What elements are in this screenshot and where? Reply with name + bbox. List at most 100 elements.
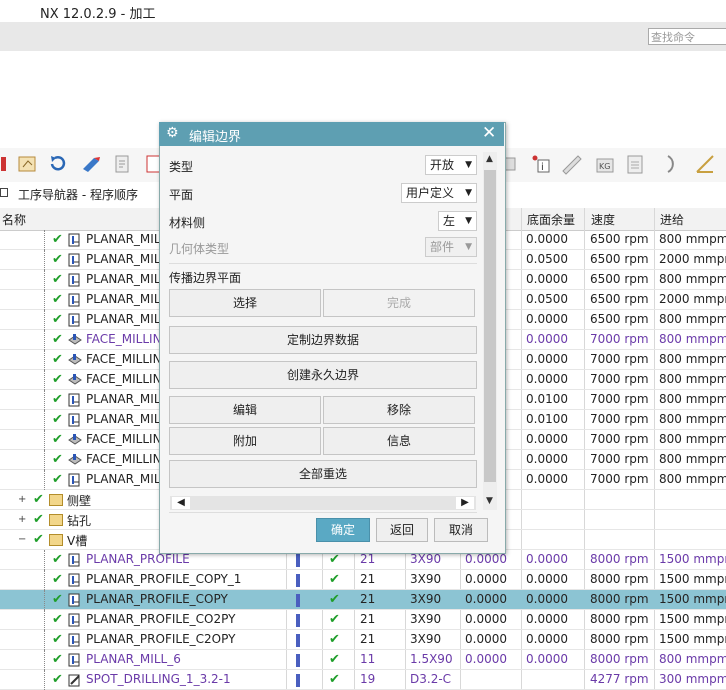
gear-icon: ⚙ [166,125,179,141]
close-icon[interactable]: ✕ [482,123,496,143]
material-side-value: 左 [443,214,456,228]
hand-icon[interactable] [16,153,38,175]
arc-icon[interactable] [660,153,682,175]
done-button: 完成 [323,289,475,317]
tool-color-bar [296,614,300,627]
feed-cell: 800 mmpm [659,352,726,366]
column-feed[interactable]: 进给 [660,211,684,228]
planar-mill-icon [68,253,82,267]
scroll-left-icon[interactable]: ◀ [172,497,190,509]
reselect-all-button[interactable]: 全部重选 [169,460,477,488]
check-icon: ✔ [52,592,63,607]
tool-color-bar [296,554,300,567]
face-milling-icon [68,373,82,387]
tree-line [44,410,46,430]
back-button[interactable]: 返回 [376,518,428,542]
operation-name: PLANAR_MIL [86,272,161,286]
speed-cell: 6500 rpm [590,292,649,306]
scroll-down-icon[interactable]: ▼ [486,496,493,506]
plane-dropdown[interactable]: 用户定义 ▼ [401,183,477,203]
window-title: NX 12.0.2.9 - 加工 [40,7,156,22]
type-dropdown[interactable]: 开放 ▼ [425,155,477,175]
tool-color-bar [296,674,300,687]
feed-cell: 800 mmpm [659,312,726,326]
tree-line [44,630,46,650]
edit-button[interactable]: 编辑 [169,396,321,424]
tree-line [44,610,46,630]
path-cell: 3X90 [410,592,442,606]
calculator-icon[interactable] [624,153,646,175]
check-icon: ✔ [329,572,340,587]
column-name[interactable]: 名称 [2,211,26,228]
speed-cell: 8000 rpm [590,572,649,586]
scrollbar-thumb[interactable] [484,170,496,482]
scroll-up-icon[interactable]: ▲ [486,154,493,164]
refresh-icon[interactable] [47,153,69,175]
planar-profile-icon [68,553,82,567]
floor-stock-cell: 0.0000 [526,352,568,366]
material-side-dropdown[interactable]: 左 ▼ [438,211,477,231]
cancel-button[interactable]: 取消 [434,518,488,542]
table-row[interactable]: ✔ PLANAR_PROFILE_COPY_1 ✔ 21 3X90 0.0000 0.000… [0,570,726,590]
paint-icon[interactable] [80,153,102,175]
ok-button[interactable]: 确定 [316,518,370,542]
feed-cell: 800 mmpm [659,332,726,346]
planar-mill-icon [68,293,82,307]
table-row[interactable]: ✔ PLANAR_PROFILE_CO2PY ✔ 21 3X90 0.0000 0.0000… [0,610,726,630]
operation-name: PLANAR_MIL [86,252,161,266]
horizontal-scrollbar[interactable] [170,496,476,510]
plane-label: 平面 [169,188,194,202]
chevron-down-icon: ▼ [465,160,472,170]
tool-number-cell: 21 [360,632,376,646]
speed-cell: 7000 rpm [590,432,649,446]
planar-mill-icon [68,413,82,427]
wall-stock-cell: 0.0000 [465,572,507,586]
check-icon: ✔ [52,372,63,387]
table-row[interactable]: ✔ SPOT_DRILLING_1_3.2-1 ✔ 19 D3.2-C 4277 rpm 3… [0,670,726,690]
tree-line [44,270,46,290]
select-button[interactable]: 选择 [169,289,321,317]
check-icon: ✔ [33,512,44,527]
feed-cell: 800 mmpm [659,372,726,386]
face-milling-icon [68,453,82,467]
speed-cell: 7000 rpm [590,392,649,406]
operation-name: SPOT_DRILLING_1_3.2-1 [86,672,231,686]
check-icon: ✔ [52,292,63,307]
navigator-pin-icon[interactable] [0,188,8,197]
column-floor-stock[interactable]: 底面余量 [527,211,575,228]
expand-icon[interactable]: + [18,494,26,505]
speed-cell: 8000 rpm [590,552,649,566]
info-icon[interactable]: i [530,153,552,175]
group-name: V槽 [67,534,88,548]
remove-button[interactable]: 移除 [323,396,475,424]
table-row[interactable]: ✔ PLANAR_PROFILE_C2OPY ✔ 21 3X90 0.0000 0.0000… [0,630,726,650]
drilling-icon [68,673,82,687]
feed-cell: 800 mmpm [659,432,726,446]
column-speed[interactable]: 速度 [591,211,615,228]
collapse-icon[interactable]: − [18,534,26,545]
check-icon: ✔ [52,572,63,587]
angle-measure-icon[interactable] [694,153,716,175]
wall-stock-cell: 0.0000 [465,612,507,626]
navigator-title: 工序导航器 - 程序顺序 [18,188,138,202]
floor-stock-cell: 0.0000 [526,652,568,666]
check-icon: ✔ [329,632,340,647]
command-search-input[interactable]: 查找命令 [648,28,726,45]
append-button[interactable]: 附加 [169,427,321,455]
custom-boundary-data-button[interactable]: 定制边界数据 [169,326,477,354]
floor-stock-cell: 0.0000 [526,632,568,646]
check-icon: ✔ [52,472,63,487]
create-permanent-boundary-button[interactable]: 创建永久边界 [169,361,477,389]
speed-cell: 8000 rpm [590,592,649,606]
table-row[interactable]: ✔ PLANAR_MILL_6 ✔ 11 1.5X90 0.0000 0.0000 8000 … [0,650,726,670]
floor-stock-cell: 0.0000 [526,592,568,606]
table-row[interactable]: ✔ PLANAR_PROFILE_COPY ✔ 21 3X90 0.0000 0.0000 8… [0,590,726,610]
tree-line [44,230,46,250]
expand-icon[interactable]: + [18,514,26,525]
scroll-right-icon[interactable]: ▶ [456,497,474,509]
feed-cell: 300 mmpm [659,672,726,686]
weight-icon[interactable]: KG [594,153,616,175]
document-edit-icon[interactable] [112,153,134,175]
info-button[interactable]: 信息 [323,427,475,455]
ruler-icon[interactable] [560,153,582,175]
